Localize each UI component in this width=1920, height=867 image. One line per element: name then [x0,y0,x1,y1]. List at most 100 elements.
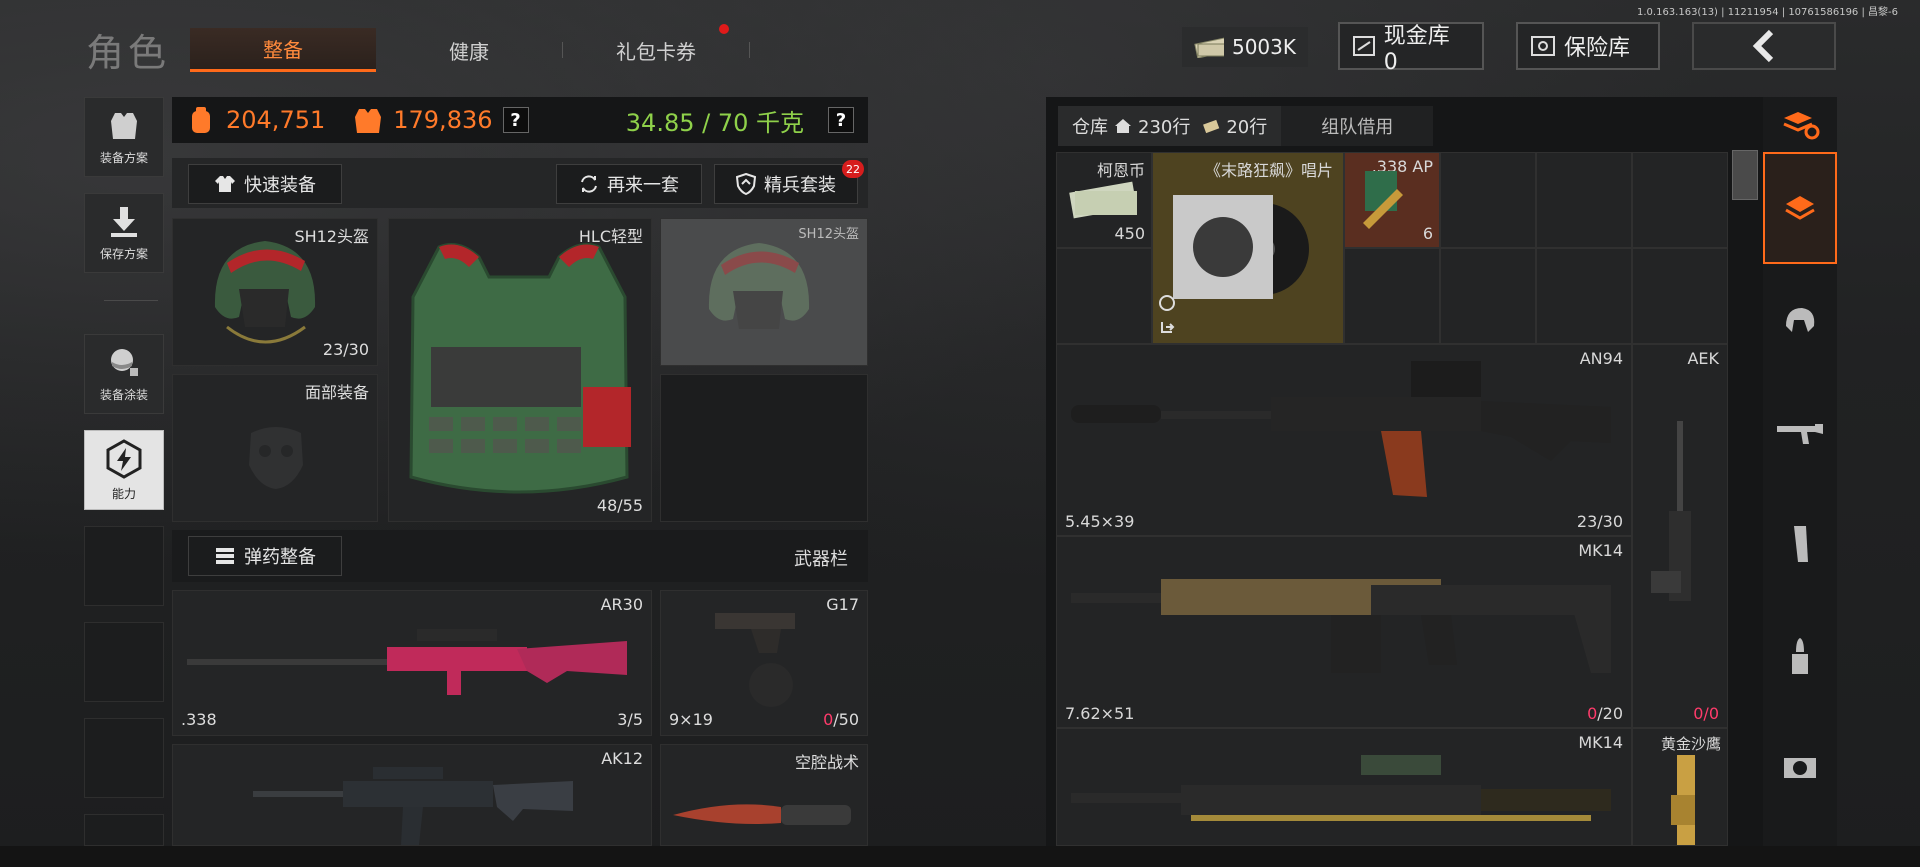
knife-icon [673,804,851,825]
ticket-icon [1203,119,1220,134]
weapon-count-max: /50 [833,710,859,729]
tab-equip[interactable]: 整备 [190,28,376,72]
category-magazine[interactable] [1763,488,1837,600]
tab-warehouse[interactable]: 仓库 230行 20行 [1058,106,1282,146]
refresh-icon [581,175,597,193]
weapon-name: G17 [826,595,859,614]
weight-help-button[interactable]: ? [828,107,854,133]
help-button[interactable]: ? [502,107,529,133]
storage-empty-cell[interactable] [1536,248,1632,344]
extra-rows: 20行 [1226,117,1268,138]
item-caliber: 5.45×39 [1065,512,1135,531]
storage-item[interactable]: MK14 [1056,728,1632,846]
pistol-icon [715,613,795,707]
storage-item[interactable]: .338 AP 6 [1344,152,1440,248]
tab-team-borrow[interactable]: 组队借用 [1281,106,1434,146]
back-button[interactable] [1692,22,1836,70]
storage-empty-cell[interactable] [1344,248,1440,344]
category-all[interactable] [1763,152,1837,264]
helmet-slot[interactable]: SH12头盔 23/30 [172,218,378,366]
elite-kit-label: 精兵套装 [764,175,836,196]
item-count-current: 0 [1693,704,1704,723]
safe-label: 保险库 [1564,36,1631,61]
info-icon [1159,295,1175,311]
carry-value: 204,751 [226,106,326,134]
weapon-slot-secondary[interactable]: AK12 [172,744,652,846]
weapon-bar-label: 武器栏 [794,549,848,570]
safe-icon [1531,36,1555,56]
bullet-icon [1792,638,1808,674]
main-tabs: 整备 健康 礼包卡券 [190,24,750,72]
elite-kit-button[interactable]: 精兵套装 [714,164,858,204]
layers-sort-icon [1783,112,1820,140]
item-count: 23/30 [1576,512,1623,531]
sort-button[interactable] [1763,97,1837,151]
again-button[interactable]: 再来一套 [556,164,702,204]
storage-empty-cell[interactable] [1440,248,1536,344]
tab-gift[interactable]: 礼包卡券 [563,24,749,72]
rifle-mk14-icon [1071,579,1611,673]
storage-empty-cell[interactable] [1056,248,1152,344]
armor-slot[interactable]: HLC轻型 48/55 [388,218,652,522]
rifle-category-icon [1777,424,1823,444]
cash-icon [1194,37,1224,58]
cash-amount: 5003K [1231,35,1296,59]
ammo-equip-button[interactable]: 弹药整备 [188,536,342,576]
empty-gear-slot[interactable] [660,374,868,522]
item-count-max: /20 [1597,704,1623,723]
weight-value: 34.85 / 70 千克 [625,108,804,137]
tab-label: 整备 [263,38,303,62]
pistol-gold-icon [1671,755,1695,845]
weapon-slot-pistol[interactable]: G17 9×19 0/50 [660,590,868,736]
category-attachment[interactable] [1763,712,1837,824]
quick-equip-button[interactable]: 快速装备 [188,164,342,204]
vinyl-record-icon [1173,195,1309,299]
sidebar-paint[interactable]: 装备涂装 [84,334,164,414]
cash-display[interactable]: 5003K [1182,27,1308,67]
storage-item[interactable]: 柯恩币 450 [1056,152,1152,248]
category-ammo[interactable] [1763,600,1837,712]
safe-button[interactable]: 保险库 [1516,22,1660,70]
weapon-count-current: 0 [823,710,834,729]
sidebar-divider [104,300,158,301]
item-name: 黄金沙鹰 [1660,735,1721,753]
category-weapon[interactable] [1763,376,1837,488]
rifle-aek-icon [1651,421,1691,601]
sidebar-empty-slot [84,718,164,798]
category-helmet[interactable] [1763,264,1837,376]
sidebar-label: 装备涂装 [99,387,148,402]
storage-item[interactable]: AEK 0/0 [1632,344,1728,728]
armor-count: 48/55 [596,496,643,515]
weapon-slot-melee[interactable]: 空腔战术 [660,744,868,846]
bottom-bar [0,846,1920,867]
sidebar-label: 装备方案 [99,150,148,165]
storage-empty-cell[interactable] [1536,152,1632,248]
again-label: 再来一套 [607,175,679,196]
face-slot[interactable]: 面部装备 [172,374,378,522]
weapon-caliber: 9×19 [669,710,713,729]
storage-item[interactable]: 黄金沙鹰 [1632,728,1728,846]
storage-empty-cell[interactable] [1632,248,1728,344]
storage-scrollbar[interactable] [1732,150,1758,200]
coin-cash-icon [1069,181,1137,219]
ammo-equip-label: 弹药整备 [244,547,316,568]
sidebar-save-plan[interactable]: 保存方案 [84,193,164,273]
version-text: 1.0.163.163(13) | 11211954 | 10761586196… [1637,7,1898,18]
paint-icon [111,348,138,376]
tab-health[interactable]: 健康 [376,28,562,72]
storage-item[interactable]: MK14 7.62×51 0/20 [1056,536,1632,728]
cash-vault-button[interactable]: 现金库 0 [1338,22,1484,75]
storage-empty-cell[interactable] [1632,152,1728,248]
storage-item[interactable]: 《末路狂飙》唱片 [1152,152,1344,344]
sidebar-ability[interactable]: 能力 [84,430,164,510]
storage-item[interactable]: AN94 5.45×39 23/30 [1056,344,1632,536]
assault-rifle-icon [253,767,573,845]
helmet-ghost-slot[interactable]: SH12头盔 [660,218,868,366]
shield-icon [736,173,756,195]
sidebar-equip-plan[interactable]: 装备方案 [84,97,164,177]
mask-icon [249,427,303,489]
tab-divider [749,42,750,58]
helmet-ghost-icon [708,243,810,329]
weapon-slot-primary[interactable]: AR30 .338 3/5 [172,590,652,736]
storage-empty-cell[interactable] [1440,152,1536,248]
